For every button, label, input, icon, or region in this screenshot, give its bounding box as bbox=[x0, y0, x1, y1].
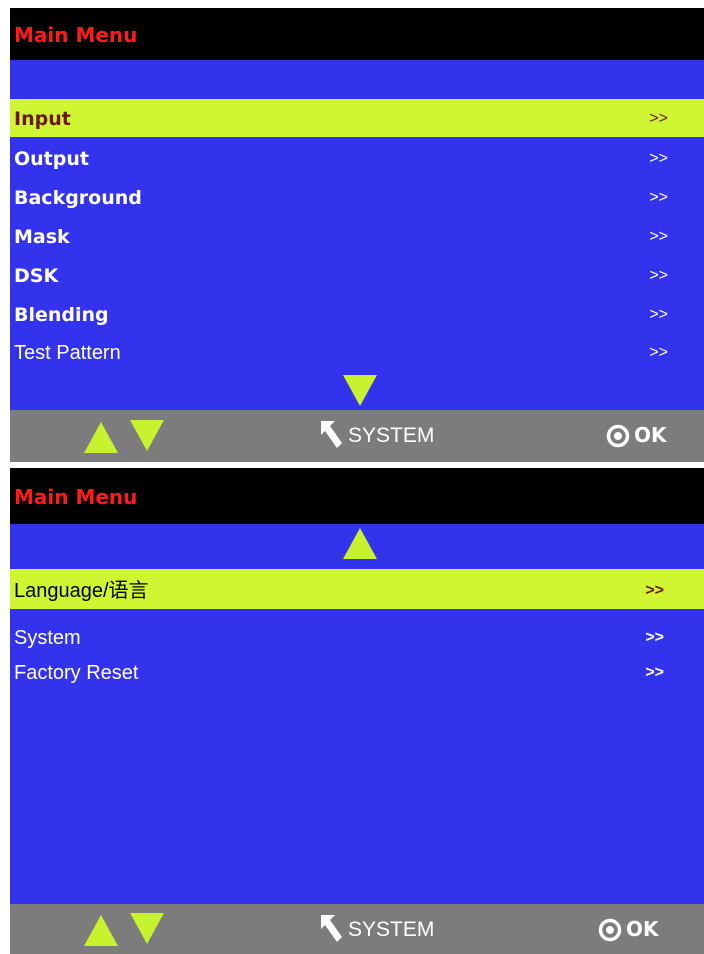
submenu-arrow: >> bbox=[649, 189, 668, 206]
bottom-bar: SYSTEM OK bbox=[10, 410, 704, 462]
menu-item-blending[interactable]: Blending >> bbox=[10, 295, 704, 333]
menu-item-label: Test Pattern bbox=[14, 342, 121, 364]
arrow-down-icon[interactable] bbox=[130, 913, 164, 944]
submenu-arrow: >> bbox=[649, 344, 668, 361]
menu-item-label: Background bbox=[14, 187, 142, 209]
scroll-down-icon bbox=[343, 375, 377, 406]
main-menu-screen-page-1: Main Menu Input >> Output >> Background … bbox=[10, 8, 704, 462]
submenu-arrow: >> bbox=[649, 306, 668, 323]
menu-item-label: Output bbox=[14, 148, 89, 170]
target-icon bbox=[598, 918, 622, 942]
menu-title: Main Menu bbox=[14, 485, 138, 509]
menu-item-output[interactable]: Output >> bbox=[10, 139, 704, 177]
arrow-up-icon[interactable] bbox=[84, 915, 118, 946]
menu-item-label: DSK bbox=[14, 265, 59, 287]
menu-item-system[interactable]: System >> bbox=[10, 616, 704, 656]
menu-item-label: Input bbox=[14, 108, 71, 130]
menu-item-input[interactable]: Input >> bbox=[10, 99, 704, 137]
title-bar: Main Menu bbox=[10, 8, 704, 60]
title-bar: Main Menu bbox=[10, 468, 704, 524]
menu-item-factory-reset[interactable]: Factory Reset >> bbox=[10, 651, 704, 691]
submenu-arrow: >> bbox=[649, 267, 668, 284]
menu-item-label: Factory Reset bbox=[14, 662, 139, 684]
back-arrow-icon bbox=[321, 421, 342, 448]
submenu-arrow: >> bbox=[649, 150, 668, 167]
menu-item-language[interactable]: Language/语言 >> bbox=[10, 569, 704, 609]
menu-title: Main Menu bbox=[14, 23, 138, 47]
system-label: SYSTEM bbox=[348, 918, 435, 941]
submenu-arrow: >> bbox=[645, 582, 664, 599]
submenu-arrow: >> bbox=[649, 110, 668, 127]
system-label: SYSTEM bbox=[348, 424, 435, 447]
arrow-up-icon[interactable] bbox=[84, 422, 118, 453]
menu-item-background[interactable]: Background >> bbox=[10, 178, 704, 216]
ok-label: OK bbox=[626, 917, 659, 941]
menu-item-dsk[interactable]: DSK >> bbox=[10, 256, 704, 294]
ok-label: OK bbox=[634, 423, 667, 447]
submenu-arrow: >> bbox=[649, 228, 668, 245]
menu-item-label: Language/语言 bbox=[14, 580, 149, 602]
bottom-bar: SYSTEM OK bbox=[10, 904, 704, 954]
main-menu-screen-page-2: Main Menu Language/语言 >> System >> Facto… bbox=[10, 468, 704, 954]
menu-item-label: Blending bbox=[14, 304, 109, 326]
submenu-arrow: >> bbox=[645, 664, 664, 681]
scroll-up-icon bbox=[343, 528, 377, 559]
arrow-down-icon[interactable] bbox=[130, 420, 164, 451]
menu-item-mask[interactable]: Mask >> bbox=[10, 217, 704, 255]
menu-item-label: Mask bbox=[14, 226, 70, 248]
target-icon bbox=[606, 424, 630, 448]
menu-item-test-pattern[interactable]: Test Pattern >> bbox=[10, 333, 704, 371]
back-arrow-icon bbox=[321, 915, 342, 942]
